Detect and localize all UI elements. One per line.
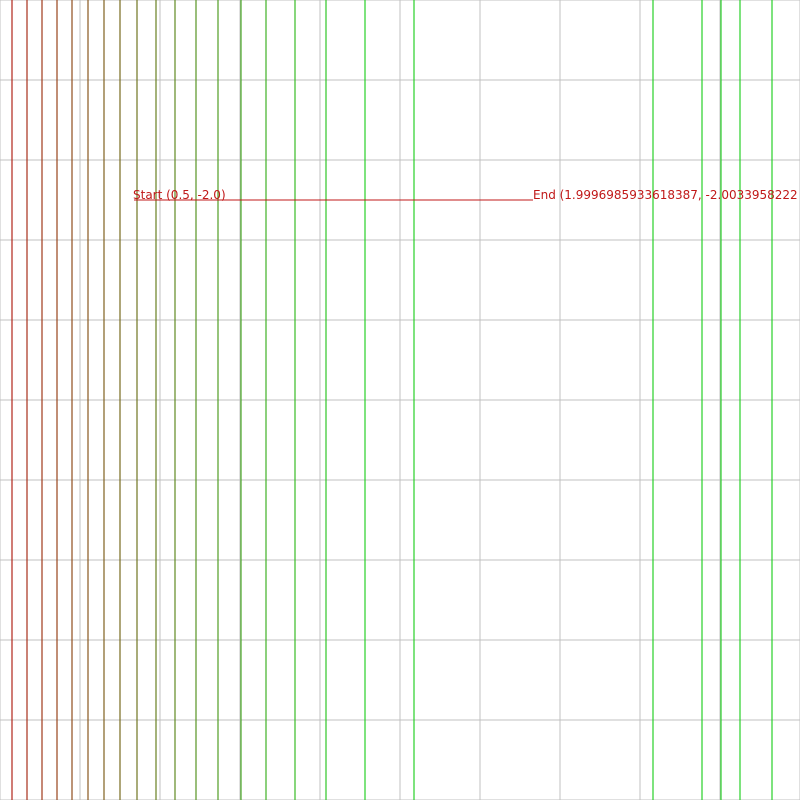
- end-label: End (1.9996985933618387, -2.0033958222: [533, 188, 798, 202]
- start-label: Start (0.5, -2.0): [133, 188, 226, 202]
- field-diagram: Start (0.5, -2.0) End (1.999698593361838…: [0, 0, 800, 800]
